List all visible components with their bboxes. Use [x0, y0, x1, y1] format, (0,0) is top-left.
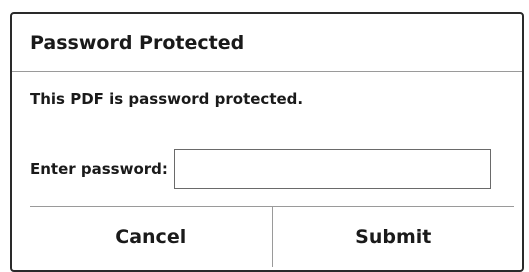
cancel-button[interactable]: Cancel [30, 207, 272, 267]
dialog-header: Password Protected [12, 14, 522, 72]
dialog-title: Password Protected [30, 31, 245, 54]
password-label: Enter password: [30, 160, 168, 178]
dialog-message: This PDF is password protected. [30, 90, 304, 108]
password-field-row: Enter password: [30, 149, 491, 189]
submit-button[interactable]: Submit [273, 207, 515, 267]
password-dialog: Password Protected This PDF is password … [10, 12, 524, 272]
password-input[interactable] [173, 149, 491, 189]
button-bar: Cancel Submit [30, 207, 514, 267]
